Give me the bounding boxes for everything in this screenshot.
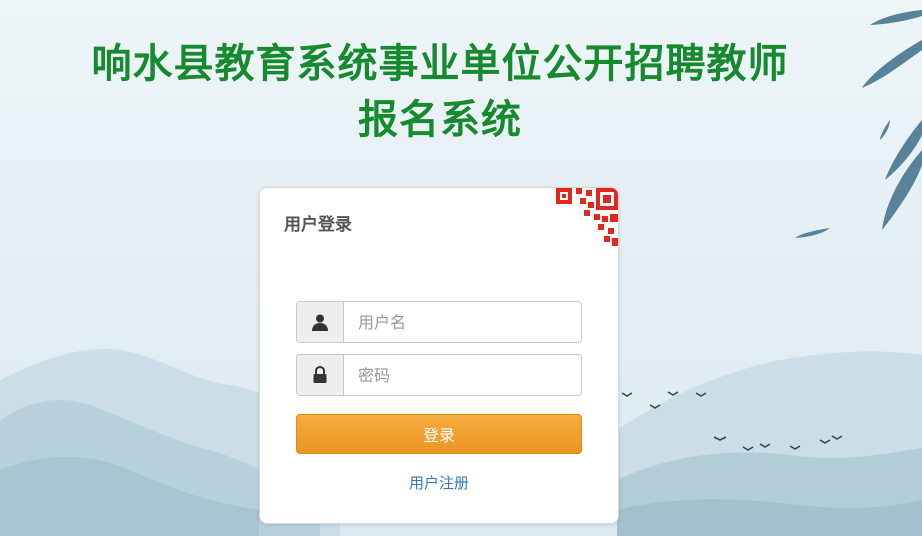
register-link[interactable]: 用户注册 [260,472,618,493]
username-field [296,301,582,343]
username-input[interactable] [344,302,581,342]
page-title: 响水县教育系统事业单位公开招聘教师 报名系统 [0,36,880,148]
login-heading: 用户登录 [284,215,352,235]
password-input[interactable] [344,355,581,395]
lock-icon [297,355,344,395]
qr-code-corner-icon[interactable] [556,188,618,250]
user-icon [297,302,344,342]
login-card: 用户登录 登录 用户注册 [259,187,619,524]
login-button[interactable]: 登录 [296,414,582,454]
page-title-line1: 响水县教育系统事业单位公开招聘教师 [91,41,789,87]
page-title-line2: 报名系统 [358,97,522,143]
password-field [296,354,582,396]
